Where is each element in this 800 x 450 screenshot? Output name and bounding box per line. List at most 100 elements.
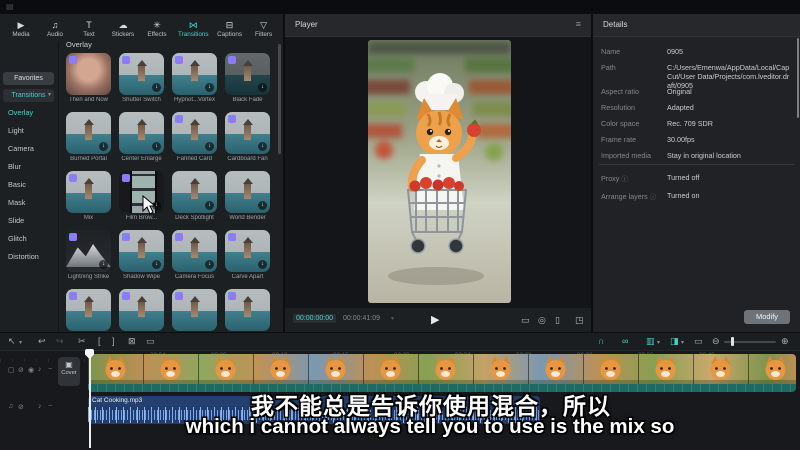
transition-center-enlarge[interactable]: ↓ Center Enlarge xyxy=(119,112,164,163)
transition-thumbnail[interactable]: ↓ xyxy=(119,53,164,95)
sidebar-item-slide[interactable]: Slide xyxy=(8,216,24,225)
split-icon[interactable]: ✂ xyxy=(78,336,86,347)
mute-track-icon[interactable]: ♪ xyxy=(38,366,42,373)
transition-mix[interactable]: Mix xyxy=(66,171,111,222)
toolbar-media[interactable]: ▶ Media xyxy=(4,20,38,39)
transition-thumbnail[interactable]: ↓ xyxy=(66,230,111,272)
timecode-dropdown-icon[interactable]: ▾ xyxy=(391,315,394,322)
transition-thumbnail[interactable] xyxy=(66,53,111,95)
select-tool-caret-icon[interactable]: ▾ xyxy=(19,339,22,346)
chevron-down-icon[interactable]: ▾ xyxy=(657,339,660,346)
transition-thumbnail[interactable]: ↓ xyxy=(172,112,217,154)
chevron-down-icon[interactable]: ▾ xyxy=(681,339,684,346)
sidebar-item-light[interactable]: Light xyxy=(8,126,24,135)
hide-track-icon[interactable]: ◉ xyxy=(28,366,34,374)
transition-black-fade[interactable]: ↓ Black Fade xyxy=(225,53,270,104)
player-menu-icon[interactable]: ≡ xyxy=(576,19,581,29)
sidebar-item-camera[interactable]: Camera xyxy=(8,144,34,153)
app-menu-icon[interactable]: ▤ xyxy=(6,2,14,11)
transition-shutter-switch[interactable]: ↓ Shutter Switch xyxy=(119,53,164,104)
toolbar-text[interactable]: T Text xyxy=(72,20,106,39)
redo-icon[interactable]: ↪ xyxy=(56,336,64,347)
transition-thumbnail[interactable] xyxy=(66,289,111,331)
transition-world-bender[interactable]: ↓ World Bender xyxy=(225,171,270,222)
cover-button[interactable]: ▣ Cover xyxy=(58,357,80,386)
transition-thumbnail[interactable]: ↓ xyxy=(66,112,111,154)
transition-shadow-wipe[interactable]: ↓ Shadow Wipe xyxy=(119,230,164,281)
magnetic-snap-icon[interactable]: ∩ xyxy=(598,336,604,346)
transition-thumbnail[interactable]: ↓ xyxy=(225,112,270,154)
zoom-in-icon[interactable]: ⊕ xyxy=(781,336,789,347)
transition-carve-apart[interactable]: ↓ Carve Apart xyxy=(225,230,270,281)
sidebar-item-distortion[interactable]: Distortion xyxy=(8,252,39,261)
auto-link-icon[interactable]: ∞ xyxy=(622,336,628,346)
transition-lightning-strike[interactable]: ↓ Lightning Strike xyxy=(66,230,111,281)
audio-track-type-icon[interactable]: ♫ xyxy=(8,403,13,410)
current-timecode[interactable]: 00:00:00:00 xyxy=(293,314,336,323)
transition-thumbnail[interactable]: ↓ xyxy=(119,112,164,154)
transition-cardboard-fan[interactable]: ↓ Cardboard Fan xyxy=(225,112,270,163)
track-height-icon[interactable]: ◨ xyxy=(670,336,679,347)
fullscreen-icon[interactable]: ◳ xyxy=(575,315,584,326)
transition-item[interactable] xyxy=(225,289,270,332)
toolbar-stickers[interactable]: ☁ Stickers xyxy=(106,20,140,39)
transition-hypnot-vortex[interactable]: ↓ Hypnot...Vortex xyxy=(172,53,217,104)
transition-fanned-card[interactable]: ↓ Fanned Card xyxy=(172,112,217,163)
toolbar-transitions[interactable]: ⋈ Transitions xyxy=(174,20,213,39)
sidebar-transitions[interactable]: Transitions ▾ xyxy=(3,89,54,102)
play-button[interactable]: ▶ xyxy=(431,313,439,326)
sidebar-item-overlay[interactable]: Overlay xyxy=(8,108,33,117)
delete-icon[interactable]: ⊠ xyxy=(128,336,136,347)
transition-thumbnail[interactable]: ↓ xyxy=(172,53,217,95)
transition-thumbnail[interactable]: ↓ xyxy=(225,171,270,213)
details-scrollbar[interactable] xyxy=(797,38,799,118)
transition-item[interactable] xyxy=(172,289,217,332)
toolbar-audio[interactable]: ♫ Audio xyxy=(38,20,72,39)
mirror-icon[interactable]: ▭ xyxy=(146,336,155,347)
transition-item[interactable] xyxy=(66,289,111,332)
transition-thumbnail[interactable] xyxy=(66,171,111,213)
transition-burned-portal[interactable]: ↓ Burned Portal xyxy=(66,112,111,163)
sidebar-item-blur[interactable]: Blur xyxy=(8,162,21,171)
transition-thumbnail[interactable] xyxy=(172,289,217,331)
trim-right-icon[interactable]: ] xyxy=(112,336,115,346)
sidebar-item-basic[interactable]: Basic xyxy=(8,180,26,189)
lock-track-icon[interactable]: ⊘ xyxy=(18,366,24,374)
video-track-type-icon[interactable]: ▢ xyxy=(8,366,15,374)
zoom-out-icon[interactable]: ⊖ xyxy=(712,336,720,347)
select-tool-icon[interactable]: ↖ xyxy=(8,336,16,347)
mirror-preview-icon[interactable]: ▭ xyxy=(521,315,530,326)
snapshot-icon[interactable]: ◎ xyxy=(538,315,546,326)
collapse-track-icon[interactable]: − xyxy=(48,403,52,410)
toolbar-captions[interactable]: ⊟ Captions xyxy=(213,20,247,39)
preview-axis-icon[interactable]: ▥ xyxy=(646,336,655,347)
timeline-zoom-knob[interactable] xyxy=(731,337,734,346)
transition-thumbnail[interactable] xyxy=(225,289,270,331)
library-scrollbar[interactable] xyxy=(278,44,281,154)
toolbar-effects[interactable]: ✳ Effects xyxy=(140,20,174,39)
sidebar-item-mask[interactable]: Mask xyxy=(8,198,25,207)
undo-icon[interactable]: ↩ xyxy=(38,336,46,347)
collapse-track-icon[interactable]: − xyxy=(48,366,52,373)
transition-thumbnail[interactable]: ↓ xyxy=(225,230,270,272)
transition-thumbnail[interactable]: ↓ xyxy=(119,230,164,272)
transition-thumbnail[interactable]: ↓ xyxy=(172,171,217,213)
sidebar-item-glitch[interactable]: Glitch xyxy=(8,234,27,243)
transition-thumbnail[interactable]: ↓ xyxy=(172,230,217,272)
transition-thumbnail[interactable] xyxy=(119,289,164,331)
transition-deck-spotlight[interactable]: ↓ Deck Spotlight xyxy=(172,171,217,222)
mute-track-icon[interactable]: ♪ xyxy=(38,403,42,410)
transition-thumbnail[interactable]: ↓ xyxy=(225,53,270,95)
modify-button[interactable]: Modify xyxy=(744,310,790,324)
transition-item[interactable] xyxy=(119,289,164,332)
sidebar-favorites[interactable]: Favorites xyxy=(3,72,54,85)
transition-camera-focus[interactable]: ↓ Camera Focus xyxy=(172,230,217,281)
trim-left-icon[interactable]: [ xyxy=(98,336,101,346)
video-preview[interactable] xyxy=(368,40,511,303)
toolbar-filters[interactable]: ▽ Filters xyxy=(247,20,281,39)
lock-track-icon[interactable]: ⊘ xyxy=(18,403,24,411)
ratio-icon[interactable]: ▯ xyxy=(555,315,560,326)
transition-then-and-now[interactable]: Then and Now xyxy=(66,53,111,104)
timeline-view-icon[interactable]: ▭ xyxy=(694,336,703,347)
vip-badge-icon xyxy=(122,174,130,182)
